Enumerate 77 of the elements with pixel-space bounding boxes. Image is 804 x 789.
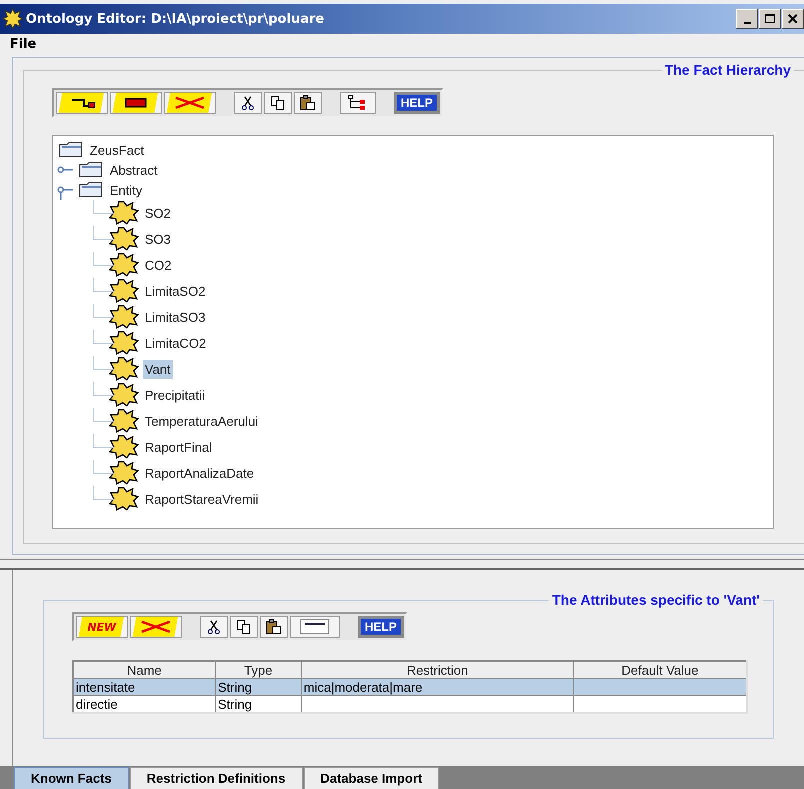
tab[interactable]: Known Facts [14, 767, 129, 789]
tree-item[interactable]: LimitaSO2 [143, 282, 208, 300]
star-icon [109, 357, 139, 381]
folder-icon [79, 182, 103, 198]
scissors-icon [240, 95, 256, 111]
clipboard-icon [300, 95, 316, 111]
column-header[interactable]: Default Value [574, 661, 747, 678]
scissors-icon [206, 619, 222, 635]
copy-button[interactable] [264, 92, 292, 114]
paste-button[interactable] [294, 92, 322, 114]
star-icon [109, 279, 139, 303]
splitter[interactable] [0, 559, 804, 570]
tree-item[interactable]: RaportFinal [143, 438, 214, 456]
copy-button[interactable] [230, 616, 258, 638]
tree-item[interactable]: ZeusFact [88, 140, 146, 160]
paste-button[interactable] [260, 616, 288, 638]
tree-item[interactable]: LimitaSO3 [143, 308, 208, 326]
star-icon [109, 201, 139, 225]
tree-item[interactable]: Precipitatii [143, 386, 207, 404]
tree-item[interactable]: CO2 [143, 256, 174, 274]
tab[interactable]: Database Import [304, 767, 440, 789]
maximize-button[interactable] [759, 9, 781, 29]
tree-item[interactable]: Entity [108, 180, 145, 200]
tree-item[interactable]: RaportAnalizaDate [143, 464, 256, 482]
minimize-button[interactable] [736, 9, 758, 29]
table-cell: String [216, 678, 302, 696]
tree-item[interactable]: TemperaturaAerului [143, 412, 260, 430]
cut-button[interactable] [234, 92, 262, 114]
menu-item[interactable]: File [10, 36, 37, 52]
tree-item[interactable]: Vant [143, 360, 173, 378]
group-title: The Fact Hierarchy [664, 62, 792, 78]
table-cell: directie [73, 696, 216, 713]
star-icon [109, 331, 139, 355]
folder-icon [79, 162, 103, 178]
maximize-icon [763, 12, 777, 26]
copy-icon [270, 95, 286, 111]
star-icon [109, 435, 139, 459]
clipboard-icon [266, 619, 282, 635]
cut-button[interactable] [200, 616, 228, 638]
star-icon [109, 487, 139, 511]
table-cell: String [216, 696, 302, 713]
star-icon [109, 383, 139, 407]
new-button[interactable]: NEW [76, 616, 128, 638]
column-header[interactable]: Type [216, 661, 302, 678]
star-icon [109, 461, 139, 485]
tree-button[interactable] [340, 92, 376, 114]
add-sibling-button[interactable] [110, 92, 162, 114]
copy-icon [236, 619, 252, 635]
close-button[interactable] [782, 9, 804, 29]
add-child-button[interactable] [56, 92, 108, 114]
app-icon [2, 8, 24, 30]
tree-item[interactable]: SO2 [143, 204, 174, 222]
star-icon [109, 253, 139, 277]
star-icon [109, 409, 139, 433]
tree-icon [348, 95, 368, 111]
group-title: The Attributes specific to 'Vant' [551, 592, 761, 608]
close-icon [786, 12, 800, 26]
help-button[interactable]: HELP [394, 92, 440, 114]
row-icon [300, 619, 330, 635]
star-icon [109, 305, 139, 329]
column-header[interactable]: Name [73, 661, 216, 678]
star-icon [109, 227, 139, 251]
row-button[interactable] [290, 616, 340, 638]
table-cell: mica|moderata|mare [301, 678, 574, 696]
minimize-icon [744, 22, 750, 24]
folder-icon [59, 142, 83, 158]
tree-item[interactable]: LimitaCO2 [143, 334, 208, 352]
delete-button[interactable] [130, 616, 182, 638]
column-header[interactable]: Restriction [301, 661, 574, 678]
table-cell: intensitate [73, 678, 216, 696]
tree-item[interactable]: RaportStareaVremii [143, 490, 261, 508]
delete-button[interactable] [164, 92, 216, 114]
tree-item[interactable]: SO3 [143, 230, 174, 248]
tree-item[interactable]: Abstract [108, 160, 160, 180]
help-button[interactable]: HELP [358, 616, 404, 638]
tab[interactable]: Restriction Definitions [130, 767, 303, 789]
window-title: Ontology Editor: D:\IA\proiect\pr\poluare [26, 12, 326, 26]
